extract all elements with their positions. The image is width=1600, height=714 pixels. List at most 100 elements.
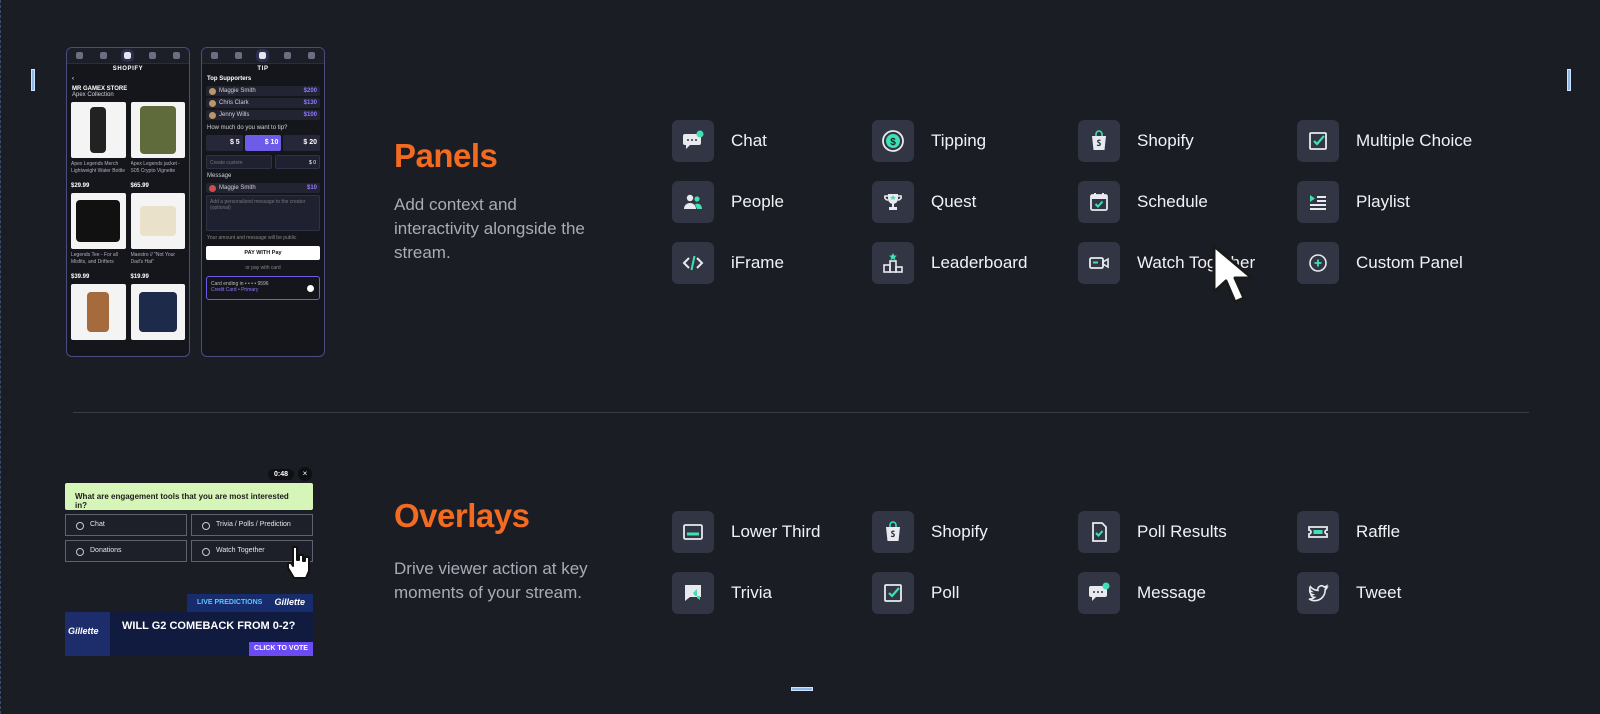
tip-amount-option[interactable]: $ 10 [244,135,282,151]
overlay-tweet[interactable]: Tweet [1297,572,1401,614]
panel-schedule[interactable]: Schedule [1078,181,1208,223]
panel-label: People [731,192,784,211]
panel-custom-panel[interactable]: Custom Panel [1297,242,1463,284]
product-card [71,284,126,340]
poll-option[interactable]: Trivia / Polls / Prediction [191,514,313,536]
product-card [130,284,185,340]
scroll-handle-left[interactable] [31,69,35,91]
overlay-label: Tweet [1356,583,1402,602]
live-predictions-bar: LIVE PREDICTIONS Gillette [187,594,313,612]
trivia-icon [672,572,714,614]
panel-people[interactable]: People [672,181,784,223]
figure-image [71,284,126,340]
or-pay-text: or pay with card [245,265,281,271]
message-amount: $10 [306,185,317,191]
mouse-cursor-icon [1212,244,1254,304]
panel-label: iFrame [731,253,784,272]
overlay-raffle[interactable]: Raffle [1297,511,1400,553]
message-input[interactable]: Add a personalized message to the creato… [206,195,320,231]
supporter-amount: $130 [303,100,317,106]
twitter-icon [1297,572,1339,614]
product-grid: Apex Legends Merch Lightweight Water Bot… [67,100,189,342]
panels-description: Add context and interactivity alongside … [394,195,585,262]
panel-label: Tipping [931,131,987,150]
panel-chat[interactable]: Chat [672,120,767,162]
panel-playlist[interactable]: Playlist [1297,181,1410,223]
live-label: LIVE PREDICTIONS [197,599,263,606]
sponsor-logo-tile: Gillette [65,612,110,656]
chat-icon [672,120,714,162]
overlay-label: Trivia [731,583,772,602]
saved-card[interactable]: Card ending in • • • • 9596 Credit Card … [206,276,320,300]
section-divider [73,412,1529,413]
panel-label: Playlist [1356,192,1410,211]
overlay-label: Message [1137,583,1206,602]
overlay-poll-results[interactable]: Poll Results [1078,511,1227,553]
product-name: Apex Legends Merch Lightweight Water Bot… [71,161,126,174]
supporter-name: Jenny Wills [219,112,250,118]
plus-circle-icon [1297,242,1339,284]
avatar [209,111,216,119]
sender-name: Maggie Smith [219,185,256,191]
apple-pay-button[interactable]: PAY WITH Pay [206,246,320,260]
preview-tabbar [67,48,189,64]
tip-amount-option[interactable]: $ 5 [206,135,243,151]
overlay-message[interactable]: Message [1078,572,1206,614]
preview-tabbar [202,48,324,64]
panel-leaderboard[interactable]: Leaderboard [872,242,1027,284]
overlays-title: Overlays [394,497,530,534]
overlay-lower-third[interactable]: Lower Third [672,511,820,553]
checkbox-icon [1297,120,1339,162]
overlay-trivia[interactable]: Trivia [672,572,772,614]
store-name: MR GAMEX STORE [72,86,128,92]
custom-amount-input[interactable]: Create custom [206,155,273,169]
panel-shopify[interactable]: Shopify [1078,120,1194,162]
scroll-handle-right[interactable] [1567,69,1571,91]
lower-third-icon [672,511,714,553]
card-type: Credit Card • Primary [211,287,259,293]
overlay-poll[interactable]: Poll [872,572,959,614]
vote-button[interactable]: CLICK TO VOTE [249,642,313,656]
shopify-panel-preview: SHOPIFY ‹ MR GAMEX STORE Apex Collection… [66,47,190,357]
poll-timer: 0:48 × [268,467,313,481]
supporter-row: Maggie Smith $200 [206,86,320,96]
poll-option[interactable]: Donations [65,540,187,562]
panel-quest[interactable]: Quest [872,181,976,223]
product-name: Maestro // "Not Your Dad's Hat" [130,252,176,265]
panel-multiple-choice[interactable]: Multiple Choice [1297,120,1472,162]
tip-panel-preview: TIP Top Supporters Maggie Smith $200 Chri… [201,47,325,357]
panel-tipping[interactable]: $ Tipping [872,120,986,162]
panel-iframe[interactable]: iFrame [672,242,784,284]
tip-amount-option[interactable]: $ 20 [283,135,321,151]
collection-name: Apex Collection [72,92,114,98]
panel-label: Schedule [1137,192,1208,211]
supporter-row: Jenny Wills $100 [206,110,320,120]
hand-pointer-icon [287,546,310,579]
video-camera-icon [1078,242,1120,284]
dollar-icon: $ [872,120,914,162]
overlay-label: Raffle [1356,522,1401,541]
custom-amount-row: Create custom $ 0 [202,153,324,171]
product-price: $65.99 [130,183,149,189]
scroll-handle-bottom[interactable] [791,687,813,691]
product-card: Maestro // "Not Your Dad's Hat" $19.99 [130,193,185,280]
product-price: $19.99 [130,274,149,280]
poll-option[interactable]: Chat [65,514,187,536]
playlist-icon [1297,181,1339,223]
overlay-label: Poll [931,583,960,602]
podium-icon [872,242,914,284]
supporter-name: Chris Clark [219,100,249,106]
shopify-bag-icon [1078,120,1120,162]
panel-label: Shopify [1137,131,1194,150]
custom-amount-value[interactable]: $ 0 [275,155,320,169]
product-name: Apex Legends jacket - S05 Crypto Vignett… [130,161,180,174]
overlay-shopify[interactable]: Shopify [872,511,988,553]
product-price: $29.99 [71,183,90,189]
prediction-question: WILL G2 COMEBACK FROM 0-2? [122,620,296,632]
close-icon[interactable]: × [298,467,313,481]
shopify-bag-icon [872,511,914,553]
bottle-image [71,102,126,158]
supporter-row: Chris Clark $130 [206,98,320,108]
tip-amounts: $ 5 $ 10 $ 20 [202,133,324,153]
jacket-image [130,102,185,158]
